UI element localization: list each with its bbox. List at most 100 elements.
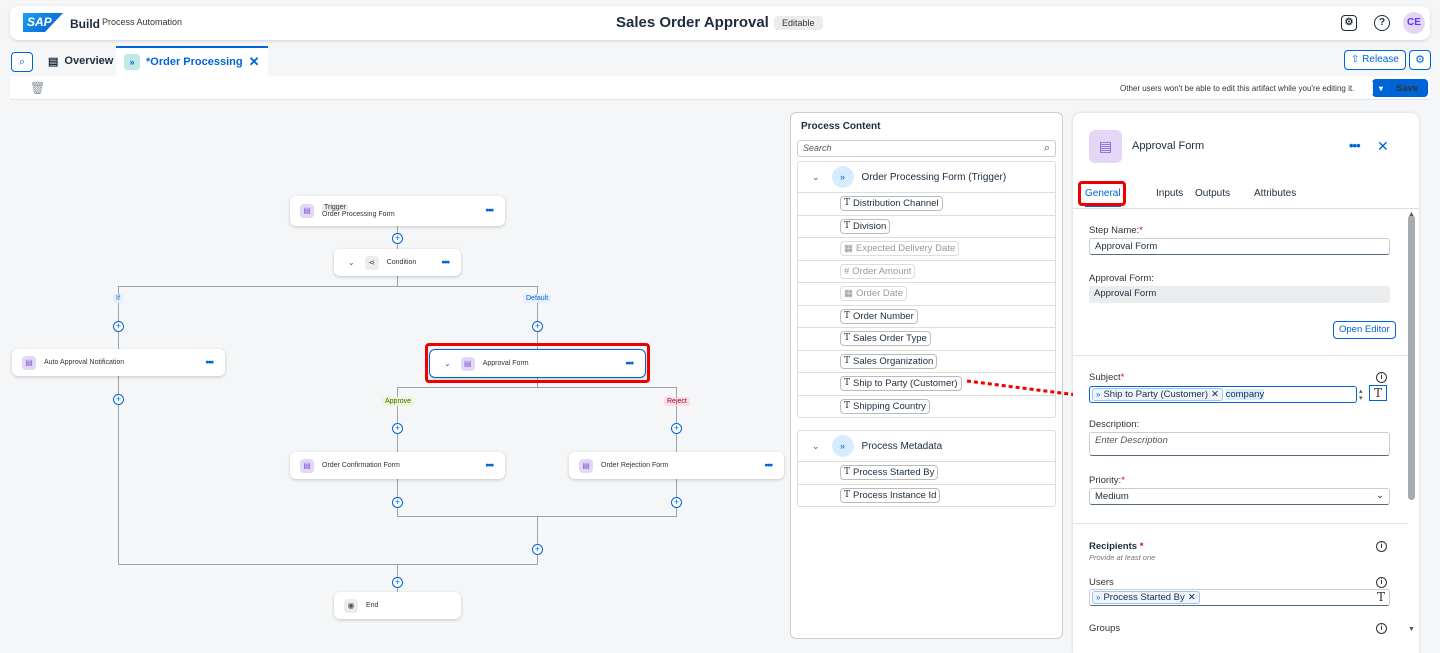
more-icon[interactable]: ••• — [485, 206, 493, 217]
avatar[interactable]: CE — [1403, 12, 1425, 34]
branch-label-if: If — [113, 294, 123, 303]
search-icon[interactable]: ⌕ — [11, 52, 33, 72]
sap-logo[interactable]: SAP — [23, 13, 63, 32]
chevron-down-icon[interactable]: ▾ — [1373, 84, 1389, 93]
info-icon[interactable]: i — [1376, 577, 1387, 588]
group-header[interactable]: ⌄ » Order Processing Form (Trigger) — [798, 162, 1055, 192]
field-chip[interactable]: T Process Instance Id — [840, 487, 941, 503]
list-item[interactable]: T Sales Order Type — [798, 327, 1055, 350]
field-chip[interactable]: T Division — [840, 218, 891, 234]
release-button[interactable]: ⇧ Release — [1344, 50, 1406, 70]
add-step-icon[interactable]: + — [392, 577, 403, 588]
search-input[interactable]: Search ⌕ — [797, 140, 1056, 157]
description-label: Description: — [1089, 419, 1140, 430]
more-icon[interactable]: ••• — [485, 460, 493, 471]
group-header[interactable]: ⌄ » Process Metadata — [798, 431, 1055, 461]
remove-icon[interactable]: ✕ — [1188, 592, 1196, 603]
group-title: Order Processing Form (Trigger) — [861, 171, 1007, 183]
search-placeholder: Search — [803, 143, 832, 153]
trash-icon[interactable]: 🗑 — [30, 81, 45, 95]
subject-token[interactable]: » Ship to Party (Customer) ✕ — [1092, 388, 1223, 401]
field-chip[interactable]: T Process Started By — [840, 465, 939, 481]
field-chip[interactable]: T Sales Organization — [840, 353, 938, 369]
chevron-down-icon[interactable]: ⌄ — [348, 258, 355, 267]
users-input[interactable]: » Process Started By ✕ T — [1089, 589, 1390, 606]
field-chip[interactable]: T Order Number — [840, 308, 918, 324]
add-step-icon[interactable]: + — [392, 497, 403, 508]
text-format-icon[interactable]: T — [1377, 590, 1385, 604]
chevron-down-icon[interactable]: ⌄ — [812, 441, 820, 452]
list-item[interactable]: T Distribution Channel — [798, 192, 1055, 215]
add-step-icon[interactable]: + — [671, 423, 682, 434]
trigger-node[interactable]: ▤ Trigger Order Processing Form ••• — [290, 196, 505, 226]
form-icon: ▤ — [300, 204, 314, 218]
add-step-icon[interactable]: + — [392, 423, 403, 434]
tab-attributes[interactable]: Attributes — [1254, 188, 1296, 199]
tab-bar: ⌕ ▤ Overview » *Order Processing ✕ ⇧ Rel… — [0, 44, 1440, 76]
more-icon[interactable]: ••• — [441, 257, 449, 268]
open-editor-button[interactable]: Open Editor — [1333, 321, 1396, 339]
flow-icon: » — [124, 54, 140, 70]
tab-inputs[interactable]: Inputs — [1156, 188, 1183, 199]
remove-icon[interactable]: ✕ — [1211, 389, 1219, 400]
condition-node[interactable]: ⌄ ⋖ Condition ••• — [334, 249, 461, 276]
order-rejection-node[interactable]: ▤ Order Rejection Form ••• — [569, 452, 784, 479]
end-node[interactable]: ◉ End — [334, 592, 461, 619]
info-icon[interactable]: i — [1376, 623, 1387, 634]
add-step-icon[interactable]: + — [532, 321, 543, 332]
chevron-down-icon[interactable]: ⌄ — [812, 172, 820, 183]
close-icon[interactable]: ✕ — [249, 54, 260, 70]
add-step-icon[interactable]: + — [392, 233, 403, 244]
auto-approval-node[interactable]: ▤ Auto Approval Notification ••• — [12, 349, 225, 376]
scroll-down-icon[interactable]: ▼ — [1408, 626, 1415, 633]
field-chip[interactable]: T Sales Order Type — [840, 331, 931, 347]
add-step-icon[interactable]: + — [113, 394, 124, 405]
subject-input[interactable]: » Ship to Party (Customer) ✕ company — [1089, 386, 1357, 403]
more-icon[interactable]: ••• — [1349, 138, 1361, 153]
tab-order-processing[interactable]: » *Order Processing ✕ — [116, 46, 268, 76]
step-name-input[interactable]: Approval Form — [1089, 238, 1390, 255]
user-token[interactable]: » Process Started By ✕ — [1092, 591, 1200, 604]
calendar-icon: ▦ — [844, 288, 853, 300]
field-chip[interactable]: T Shipping Country — [840, 398, 930, 414]
tab-overview[interactable]: ▤ Overview — [40, 46, 121, 76]
help-icon[interactable]: ? — [1374, 15, 1390, 31]
list-item[interactable]: T Process Started By — [798, 461, 1055, 484]
list-item[interactable]: T Sales Organization — [798, 349, 1055, 373]
stepper-icon[interactable]: ▴ ▾ — [1359, 388, 1363, 402]
priority-select[interactable]: Medium ⌄ — [1089, 488, 1390, 505]
list-item[interactable]: T Order Number — [798, 304, 1055, 328]
field-chip[interactable]: T Ship to Party (Customer) — [840, 376, 962, 392]
connector — [537, 516, 538, 564]
info-icon[interactable]: i — [1376, 541, 1387, 552]
scroll-up-icon[interactable]: ▲ — [1408, 211, 1415, 218]
edit-lock-note: Other users won't be able to edit this a… — [1120, 84, 1355, 93]
info-icon[interactable]: i — [1376, 372, 1387, 383]
description-input[interactable]: Enter Description — [1089, 432, 1390, 456]
priority-value: Medium — [1095, 491, 1129, 502]
add-step-icon[interactable]: + — [671, 497, 682, 508]
save-button[interactable]: Save ▾ — [1372, 79, 1428, 97]
flow-icon: » — [831, 166, 854, 188]
order-confirmation-node[interactable]: ▤ Order Confirmation Form ••• — [290, 452, 505, 479]
text-format-icon[interactable]: T — [1369, 385, 1388, 401]
field-label: Sales Organization — [853, 355, 934, 367]
list-item[interactable]: T Division — [798, 214, 1055, 238]
add-step-icon[interactable]: + — [113, 321, 124, 332]
settings-icon[interactable]: ⚙ — [1409, 50, 1431, 70]
search-icon[interactable]: ⌕ — [1044, 142, 1050, 155]
more-icon[interactable]: ••• — [764, 460, 772, 471]
notification-icon[interactable]: ⚙ — [1341, 15, 1357, 31]
scrollbar[interactable] — [1408, 215, 1415, 500]
step-name-label: Step Name:* — [1089, 225, 1143, 236]
list-item[interactable]: T Process Instance Id — [798, 483, 1055, 507]
tab-outputs[interactable]: Outputs — [1195, 188, 1230, 199]
close-icon[interactable]: ✕ — [1377, 138, 1389, 155]
add-step-icon[interactable]: + — [532, 544, 543, 555]
field-label: Division — [853, 220, 887, 232]
more-icon[interactable]: ••• — [205, 357, 213, 368]
field-label: Process Instance Id — [853, 489, 937, 501]
approval-form-field: Approval Form — [1089, 286, 1390, 303]
field-chip[interactable]: T Distribution Channel — [840, 196, 943, 212]
chevron-down-icon[interactable]: ⌄ — [1376, 490, 1384, 501]
